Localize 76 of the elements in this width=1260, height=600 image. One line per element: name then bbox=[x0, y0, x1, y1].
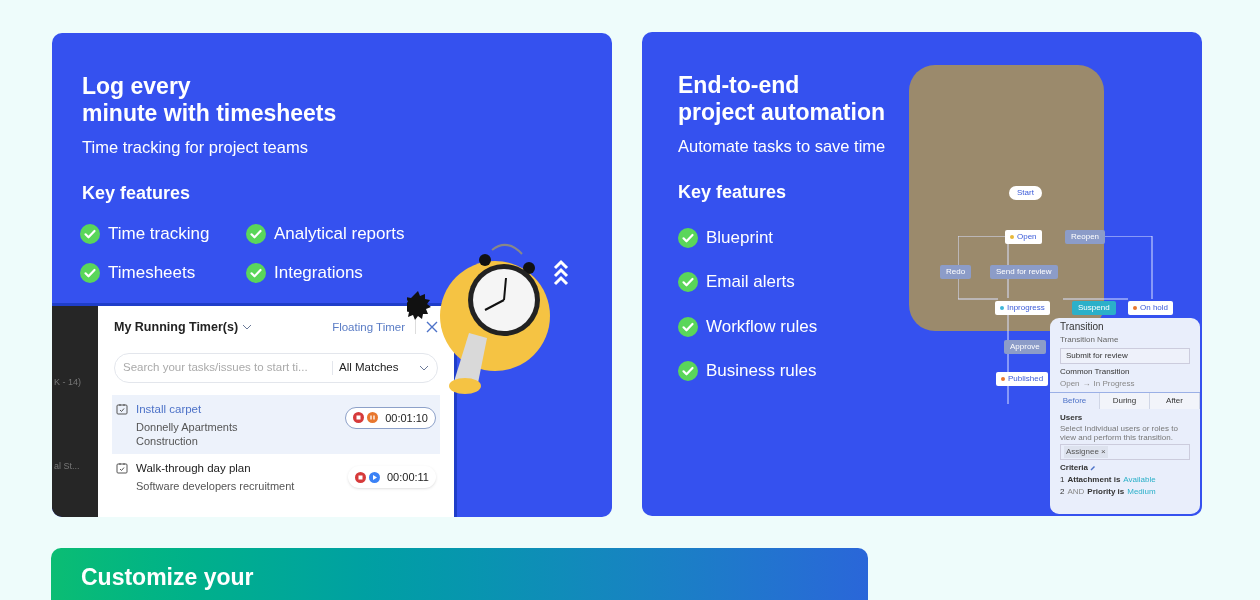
card-title: Log every minute with timesheets bbox=[82, 73, 337, 127]
feature-label: Timesheets bbox=[108, 262, 196, 285]
stop-icon[interactable] bbox=[353, 412, 365, 424]
criteria-index: 2 bbox=[1060, 486, 1065, 498]
background-text: al St... bbox=[53, 459, 81, 473]
project-name: Donnelly Apartments Construction bbox=[136, 420, 239, 448]
to-state: In Progress bbox=[1093, 378, 1135, 390]
field-label: Transition Name bbox=[1060, 334, 1120, 346]
check-circle-icon bbox=[246, 223, 266, 244]
panel-title: My Running Timer(s) bbox=[114, 319, 239, 336]
feature-label: Workflow rules bbox=[706, 315, 818, 338]
features-heading: Key features bbox=[82, 181, 191, 205]
background-text: K - 14) bbox=[53, 376, 82, 389]
task-icon bbox=[116, 462, 128, 474]
criteria-field: Attachment is bbox=[1067, 474, 1121, 486]
field-label: Common Transition bbox=[1060, 366, 1131, 378]
node-label: Approve bbox=[1010, 341, 1040, 353]
check-circle-icon bbox=[678, 272, 698, 292]
check-circle-icon bbox=[678, 361, 698, 381]
arrow-icon: → bbox=[1082, 378, 1091, 390]
card-title: Customize your bbox=[81, 564, 254, 590]
pause-icon[interactable] bbox=[367, 412, 379, 424]
chevron-down-icon[interactable] bbox=[419, 363, 429, 372]
filter-dropdown[interactable]: All Matches bbox=[339, 359, 419, 377]
card-subtitle: Time tracking for project teams bbox=[82, 137, 308, 158]
feature-label: Email alerts bbox=[706, 271, 795, 294]
criteria-field: Priority is bbox=[1087, 486, 1125, 498]
check-circle-icon bbox=[80, 263, 100, 283]
timer-row[interactable]: Install carpet Donnelly Apartments Construction 00:01:10 bbox=[112, 394, 440, 454]
elapsed-time: 00:01:10 bbox=[385, 410, 428, 426]
feature-label: Integrations bbox=[274, 262, 363, 285]
field-label: Users bbox=[1060, 412, 1084, 424]
users-hint: Select Individual users or roles to view and perform this transition. bbox=[1060, 424, 1179, 442]
node-label: Send for review bbox=[996, 266, 1052, 278]
field-label: Criteria bbox=[1060, 462, 1088, 474]
transition-name-field[interactable]: Submit for review bbox=[1060, 348, 1190, 364]
node-label: On hold bbox=[1140, 302, 1169, 314]
panel-tab[interactable]: During bbox=[1100, 393, 1150, 409]
feature-label: Analytical reports bbox=[274, 222, 405, 245]
criteria-operator: AND bbox=[1067, 486, 1085, 498]
node-label: Open bbox=[1017, 231, 1037, 243]
pencil-icon[interactable] bbox=[1090, 465, 1096, 471]
node-label: Start bbox=[1017, 187, 1034, 199]
task-name[interactable]: Install carpet bbox=[136, 400, 346, 418]
check-circle-icon bbox=[80, 223, 100, 244]
task-name[interactable]: Walk-through day plan bbox=[136, 460, 348, 478]
check-circle-icon bbox=[678, 316, 698, 337]
check-circle-icon bbox=[246, 263, 266, 283]
node-label: Suspend bbox=[1078, 302, 1110, 314]
floating-timer-link[interactable]: Floating Timer bbox=[332, 318, 405, 336]
users-field[interactable]: Assignee × bbox=[1060, 444, 1190, 460]
task-icon bbox=[116, 402, 128, 415]
feature-label: Blueprint bbox=[706, 226, 774, 249]
from-state: Open bbox=[1060, 378, 1080, 390]
stop-icon[interactable] bbox=[355, 471, 366, 483]
card-subtitle: Automate tasks to save time bbox=[678, 136, 886, 157]
card-title: End-to-end project automation bbox=[678, 72, 885, 126]
close-icon[interactable] bbox=[426, 321, 438, 334]
play-icon[interactable] bbox=[369, 471, 380, 483]
node-label: Redo bbox=[946, 266, 966, 278]
features-heading: Key features bbox=[678, 180, 787, 204]
chevron-down-icon[interactable] bbox=[242, 323, 253, 332]
check-circle-icon bbox=[678, 227, 698, 248]
search-input[interactable]: Search your tasks/issues to start ti... bbox=[123, 359, 326, 377]
panel-heading: Transition bbox=[1060, 321, 1105, 333]
remove-icon[interactable]: × bbox=[1100, 446, 1106, 458]
chip-label: Assignee bbox=[1066, 446, 1099, 458]
node-label: Reopen bbox=[1071, 231, 1100, 243]
feature-label: Business rules bbox=[706, 360, 817, 383]
project-name: Software developers recruitment bbox=[136, 479, 296, 494]
panel-tab[interactable]: After bbox=[1150, 393, 1200, 409]
node-label: Inprogress bbox=[1007, 302, 1045, 314]
criteria-index: 1 bbox=[1060, 474, 1065, 486]
elapsed-time: 00:00:11 bbox=[387, 469, 429, 485]
feature-label: Time tracking bbox=[108, 222, 210, 245]
node-label: Published bbox=[1008, 373, 1044, 385]
